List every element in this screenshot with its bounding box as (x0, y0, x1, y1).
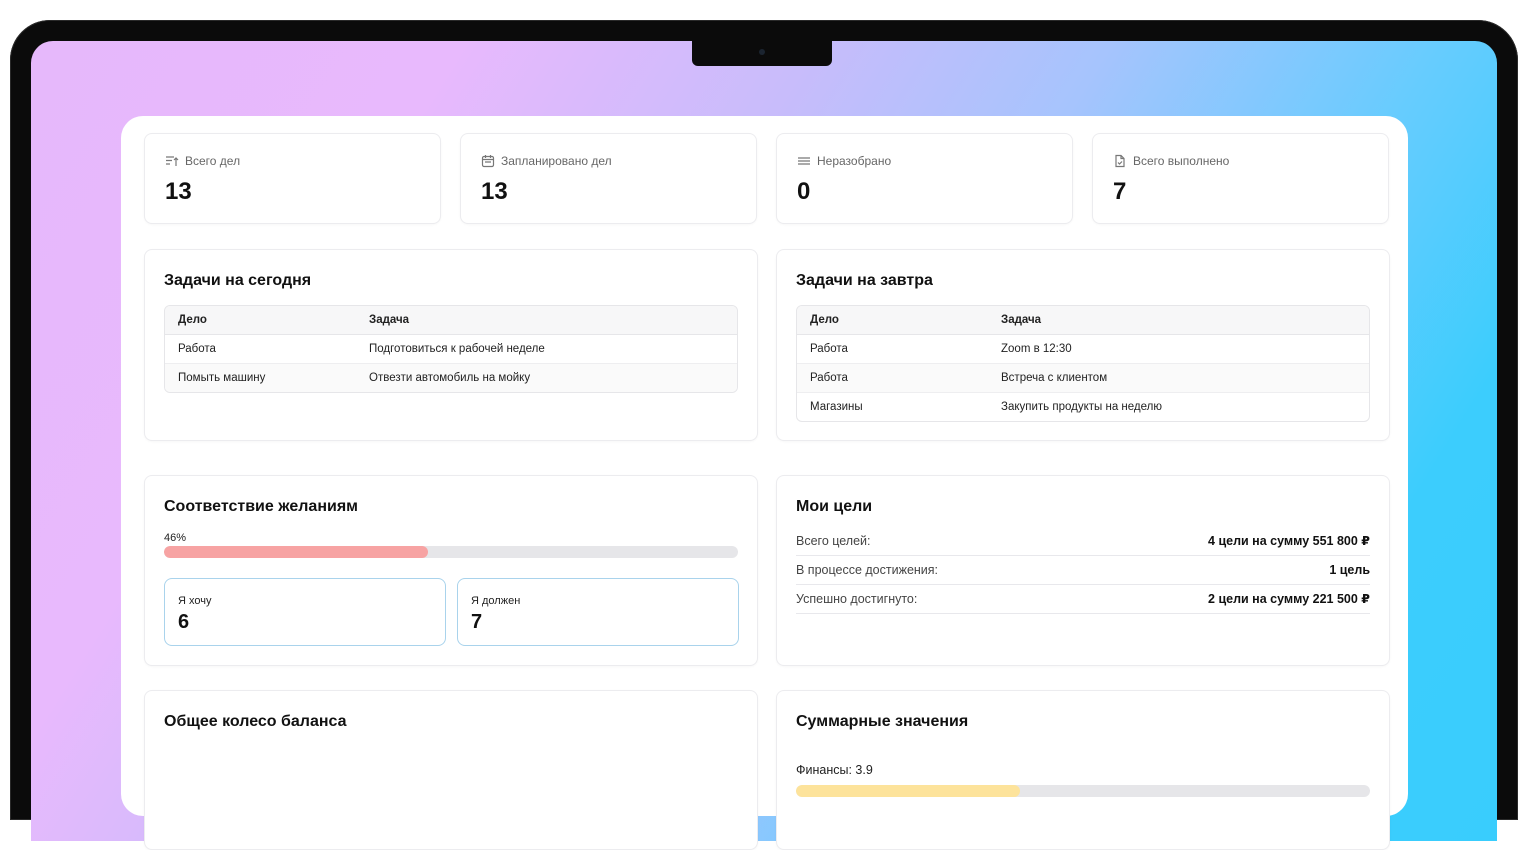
task-text: Встреча с клиентом (988, 364, 1369, 393)
menu-lines-icon (798, 157, 810, 165)
stat-card-total: Всего дел 13 (144, 133, 441, 224)
table-header: Дело (797, 306, 988, 335)
dashboard-panel: Всего дел 13 Запланировано дел 13 Неразо… (121, 116, 1408, 850)
finance-progress-bar (796, 785, 1370, 797)
card-title: Задачи на завтра (796, 272, 933, 289)
goals-card: Мои цели Всего целей: 4 цели на сумму 55… (776, 475, 1390, 666)
want-value: 6 (178, 611, 190, 633)
card-title: Суммарные значения (796, 713, 969, 730)
stat-value: 13 (165, 178, 192, 205)
table-header: Дело (165, 306, 356, 335)
task-category: Помыть машину (165, 364, 356, 392)
camera-notch (692, 41, 832, 66)
table-row[interactable]: Работа Zoom в 12:30 (797, 335, 1369, 364)
want-label: Я хочу (178, 595, 212, 607)
summary-card: Суммарные значения Финансы: 3.9 (776, 690, 1390, 850)
stat-card-completed: Всего выполнено 7 (1092, 133, 1389, 224)
task-text: Zoom в 12:30 (988, 335, 1369, 364)
stat-value: 13 (481, 178, 508, 205)
table-header: Задача (988, 306, 1369, 335)
wishes-progress-fill (164, 546, 429, 558)
table-row[interactable]: Магазины Закупить продукты на неделю (797, 393, 1369, 421)
task-text: Закупить продукты на неделю (1001, 401, 1162, 413)
stat-label: Всего выполнено (1133, 154, 1230, 168)
tomorrow-tasks-card: Задачи на завтра Дело Задача Работа Zoom… (776, 249, 1390, 441)
must-value: 7 (471, 611, 483, 633)
task-text: Подготовиться к рабочей неделе (356, 335, 737, 364)
wishes-percent: 46% (164, 532, 187, 544)
goal-key: В процессе достижения: (796, 562, 939, 577)
goal-key: Успешно достигнуто: (796, 591, 918, 606)
goal-value: 1 цель (1329, 562, 1370, 577)
document-check-icon (1115, 154, 1125, 168)
task-text: Отвезти автомобиль на мойку (356, 364, 737, 392)
goal-value: 4 цели на сумму 551 800 ₽ (1208, 534, 1370, 548)
stat-value: 7 (1113, 178, 1127, 205)
today-tasks-table: Дело Задача Работа Подготовиться к рабоч… (164, 305, 738, 393)
table-header: Задача (356, 306, 737, 335)
stat-label: Неразобрано (817, 154, 892, 168)
card-title: Задачи на сегодня (164, 272, 312, 289)
tomorrow-tasks-table: Дело Задача Работа Zoom в 12:30 Работа В… (796, 305, 1370, 422)
task-category: Работа (797, 335, 988, 364)
want-box[interactable]: Я хочу 6 (164, 578, 446, 646)
table-row[interactable]: Работа Встреча с клиентом (797, 364, 1369, 393)
calendar-icon (481, 155, 495, 168)
finance-label: Финансы: 3.9 (796, 763, 873, 777)
stat-label: Всего дел (185, 154, 241, 168)
finance-progress-fill (796, 785, 1020, 797)
stat-card-planned: Запланировано дел 13 (460, 133, 757, 224)
table-row[interactable]: Работа Подготовиться к рабочей неделе (165, 335, 737, 364)
task-category: Магазины (810, 401, 863, 413)
table-row[interactable]: Помыть машину Отвезти автомобиль на мойк… (165, 364, 737, 392)
goal-row: В процессе достижения: 1 цель (796, 555, 1370, 585)
goal-row: Всего целей: 4 цели на сумму 551 800 ₽ (796, 526, 1370, 556)
task-category: Работа (797, 364, 988, 393)
goal-row: Успешно достигнуто: 2 цели на сумму 221 … (796, 584, 1370, 614)
must-box[interactable]: Я должен 7 (457, 578, 739, 646)
stat-card-unsorted: Неразобрано 0 (776, 133, 1073, 224)
must-label: Я должен (471, 595, 521, 607)
camera-icon (759, 49, 765, 55)
card-title: Соответствие желаниям (164, 498, 358, 515)
task-category: Работа (165, 335, 356, 364)
goal-value: 2 цели на сумму 221 500 ₽ (1208, 592, 1370, 606)
balance-wheel-card: Общее колесо баланса (144, 690, 758, 850)
today-tasks-card: Задачи на сегодня Дело Задача Работа Под… (144, 249, 758, 441)
sort-up-icon (166, 156, 179, 166)
stat-label: Запланировано дел (501, 154, 612, 168)
card-title: Общее колесо баланса (164, 713, 347, 730)
goal-key: Всего целей: (796, 533, 871, 548)
card-title: Мои цели (796, 498, 873, 515)
wishes-card: Соответствие желаниям 46% Я хочу 6 Я дол… (144, 475, 758, 666)
stat-value: 0 (797, 178, 811, 205)
wishes-progress-bar (164, 546, 738, 558)
